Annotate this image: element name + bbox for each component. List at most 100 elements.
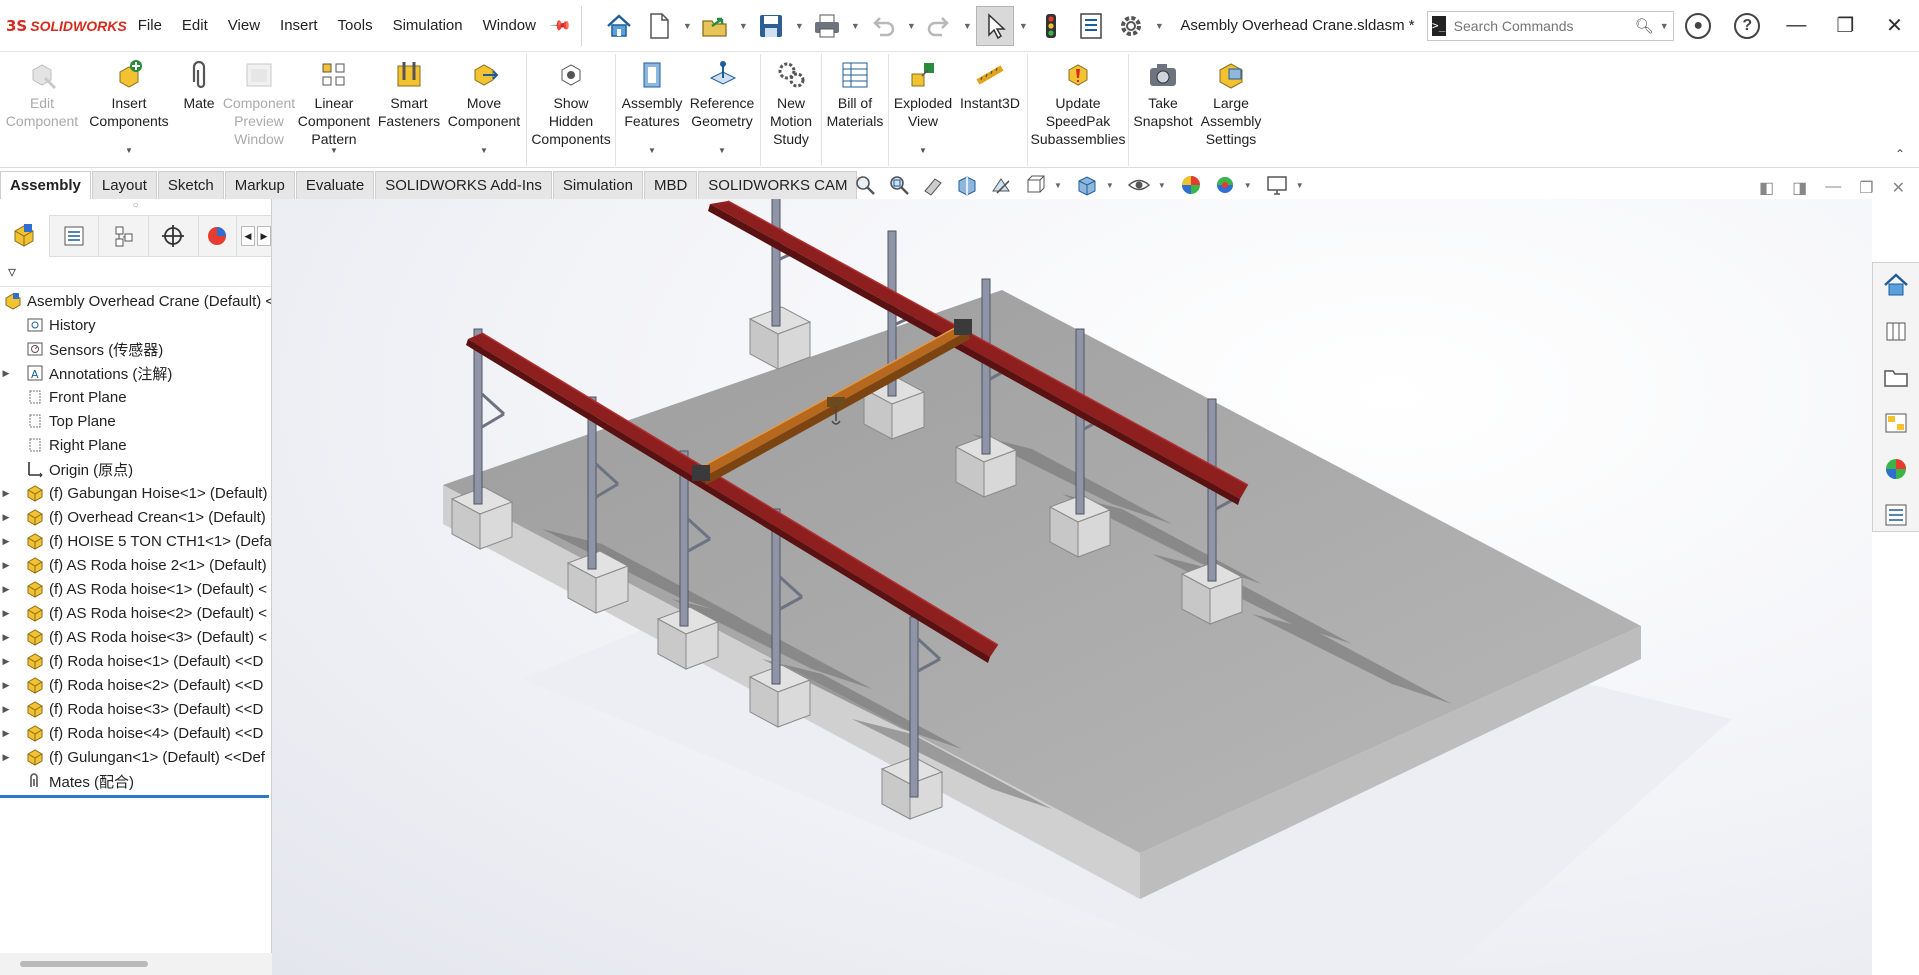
tree-item[interactable]: ▶ (f) Roda hoise<1> (Default) <<D	[0, 649, 271, 673]
solidworks-logo[interactable]: 3S SOLIDWORKS	[0, 17, 128, 35]
tab-property-manager[interactable]	[50, 215, 100, 257]
menu-insert[interactable]: Insert	[270, 17, 328, 34]
chevron-down-icon[interactable]: ▼	[480, 142, 488, 160]
menu-window[interactable]: Window	[473, 17, 546, 34]
tree-item[interactable]: ▶ (f) Gabungan Hoise<1> (Default)	[0, 481, 271, 505]
view-settings-dropdown-icon[interactable]: ▼	[1296, 181, 1304, 190]
tab-scroll-right-icon[interactable]: ▶	[256, 226, 271, 246]
custom-properties-button[interactable]	[1879, 499, 1913, 531]
new-motion-study-button[interactable]: New Motion Study	[763, 52, 819, 164]
tab-evaluate[interactable]: Evaluate	[295, 171, 375, 199]
rollback-bar[interactable]	[0, 795, 269, 798]
close-button[interactable]: ✕	[1870, 0, 1919, 52]
pin-menu-icon[interactable]: 📌	[549, 13, 573, 37]
tab-assembly[interactable]: Assembly	[0, 171, 91, 199]
print-dropdown-icon[interactable]: ▼	[848, 21, 862, 31]
tree-item[interactable]: Right Plane	[0, 433, 271, 457]
tree-item[interactable]: Top Plane	[0, 409, 271, 433]
expand-arrow-icon[interactable]: ▶	[0, 512, 12, 523]
tab-display-manager[interactable]	[199, 215, 237, 257]
chevron-down-icon[interactable]: ▼	[919, 142, 927, 160]
save-dropdown-icon[interactable]: ▼	[792, 21, 806, 31]
expand-arrow-icon[interactable]: ▶	[0, 488, 12, 499]
chevron-down-icon[interactable]: ▼	[718, 142, 726, 160]
solidworks-resources-button[interactable]	[1879, 269, 1913, 301]
zoom-to-fit-button[interactable]	[850, 172, 880, 198]
large-assembly-settings-button[interactable]: Large Assembly Settings	[1195, 52, 1267, 164]
options-dropdown-icon[interactable]: ▼	[1152, 21, 1166, 31]
search-input[interactable]	[1453, 17, 1635, 34]
panel-grip[interactable]: ○	[0, 199, 271, 215]
menu-view[interactable]: View	[218, 17, 270, 34]
expand-arrow-icon[interactable]: ▶	[0, 704, 12, 715]
expand-arrow-icon[interactable]: ▶	[0, 752, 12, 763]
tab-layout[interactable]: Layout	[91, 171, 157, 199]
horizontal-scrollbar-thumb[interactable]	[20, 961, 148, 967]
insert-components-button[interactable]: Insert Components ▼	[84, 52, 174, 164]
redo-button[interactable]	[920, 6, 958, 46]
new-document-button[interactable]	[640, 6, 678, 46]
home-button[interactable]	[600, 6, 638, 46]
file-explorer-button[interactable]	[1879, 361, 1913, 393]
appearances-button[interactable]	[1879, 453, 1913, 485]
tree-item[interactable]: ▶ (f) AS Roda hoise<2> (Default) <	[0, 601, 271, 625]
restore-button[interactable]: ❐	[1821, 0, 1870, 52]
open-button[interactable]	[696, 6, 734, 46]
panel-right-icon[interactable]: ◨	[1792, 178, 1807, 198]
tree-item[interactable]: ▶ (f) AS Roda hoise 2<1> (Default)	[0, 553, 271, 577]
tab-addins[interactable]: SOLIDWORKS Add-Ins	[375, 171, 552, 199]
tree-item[interactable]: Origin (原点)	[0, 457, 271, 481]
dynamic-annotation-button[interactable]	[986, 172, 1016, 198]
update-speedpak-button[interactable]: Update SpeedPak Subassemblies	[1030, 52, 1126, 164]
tree-item[interactable]: ▶ (f) Gulungan<1> (Default) <<Def	[0, 745, 271, 769]
undo-button[interactable]	[864, 6, 902, 46]
design-library-button[interactable]	[1879, 315, 1913, 347]
tab-cam[interactable]: SOLIDWORKS CAM	[698, 171, 858, 199]
graphics-area[interactable]	[272, 199, 1872, 975]
bill-of-materials-button[interactable]: Bill of Materials	[824, 52, 886, 164]
tree-root[interactable]: Asembly Overhead Crane (Default) <	[0, 289, 271, 313]
tree-item[interactable]: ▶ (f) HOISE 5 TON CTH1<1> (Defau	[0, 529, 271, 553]
tree-item[interactable]: ▶ (f) AS Roda hoise<3> (Default) <	[0, 625, 271, 649]
tab-feature-tree[interactable]	[0, 215, 50, 257]
undo-dropdown-icon[interactable]: ▼	[904, 21, 918, 31]
search-commands-box[interactable]: >_ 🔍︎ ▼	[1426, 10, 1674, 41]
search-dropdown-icon[interactable]: ▼	[1660, 21, 1669, 31]
expand-arrow-icon[interactable]: ▶	[0, 656, 12, 667]
expand-arrow-icon[interactable]: ▶	[0, 632, 12, 643]
display-style-button[interactable]	[1072, 172, 1102, 198]
panel-left-icon[interactable]: ◧	[1759, 178, 1774, 198]
options-button[interactable]	[1112, 6, 1150, 46]
edit-appearance-button[interactable]	[1176, 172, 1206, 198]
scene-dropdown-icon[interactable]: ▼	[1244, 181, 1252, 190]
chevron-down-icon[interactable]: ▼	[125, 142, 133, 160]
new-dropdown-icon[interactable]: ▼	[680, 21, 694, 31]
expand-arrow-icon[interactable]: ▶	[0, 368, 12, 379]
expand-arrow-icon[interactable]: ▶	[0, 584, 12, 595]
tree-item[interactable]: History	[0, 313, 271, 337]
tree-item[interactable]: Mates (配合)	[0, 769, 271, 793]
view-orientation-dropdown-icon[interactable]: ▼	[1054, 181, 1062, 190]
previous-view-button[interactable]	[918, 172, 948, 198]
tree-item[interactable]: ▶ (f) Roda hoise<2> (Default) <<D	[0, 673, 271, 697]
print-button[interactable]	[808, 6, 846, 46]
tree-filter[interactable]: ▿	[0, 257, 271, 287]
expand-arrow-icon[interactable]: ▶	[0, 608, 12, 619]
assembly-features-button[interactable]: Assembly Features ▼	[618, 52, 686, 164]
tab-markup[interactable]: Markup	[224, 171, 295, 199]
tab-sketch[interactable]: Sketch	[157, 171, 224, 199]
crane-3d-model[interactable]	[272, 199, 1872, 975]
exploded-view-button[interactable]: Exploded View ▼	[891, 52, 955, 164]
show-hidden-components-button[interactable]: Show Hidden Components	[529, 52, 613, 164]
account-button[interactable]: ●	[1674, 0, 1723, 52]
view-orientation-button[interactable]	[1020, 172, 1050, 198]
viewport-minimize-icon[interactable]: —	[1825, 178, 1841, 198]
tree-item[interactable]: ▶ (f) AS Roda hoise<1> (Default) <	[0, 577, 271, 601]
menu-edit[interactable]: Edit	[172, 17, 218, 34]
tree-item[interactable]: ▶ (f) Roda hoise<3> (Default) <<D	[0, 697, 271, 721]
viewport-restore-icon[interactable]: ❐	[1859, 178, 1873, 198]
menu-file[interactable]: File	[128, 17, 172, 34]
move-component-button[interactable]: Move Component ▼	[444, 52, 524, 164]
expand-arrow-icon[interactable]: ▶	[0, 536, 12, 547]
tree-item[interactable]: Sensors (传感器)	[0, 337, 271, 361]
